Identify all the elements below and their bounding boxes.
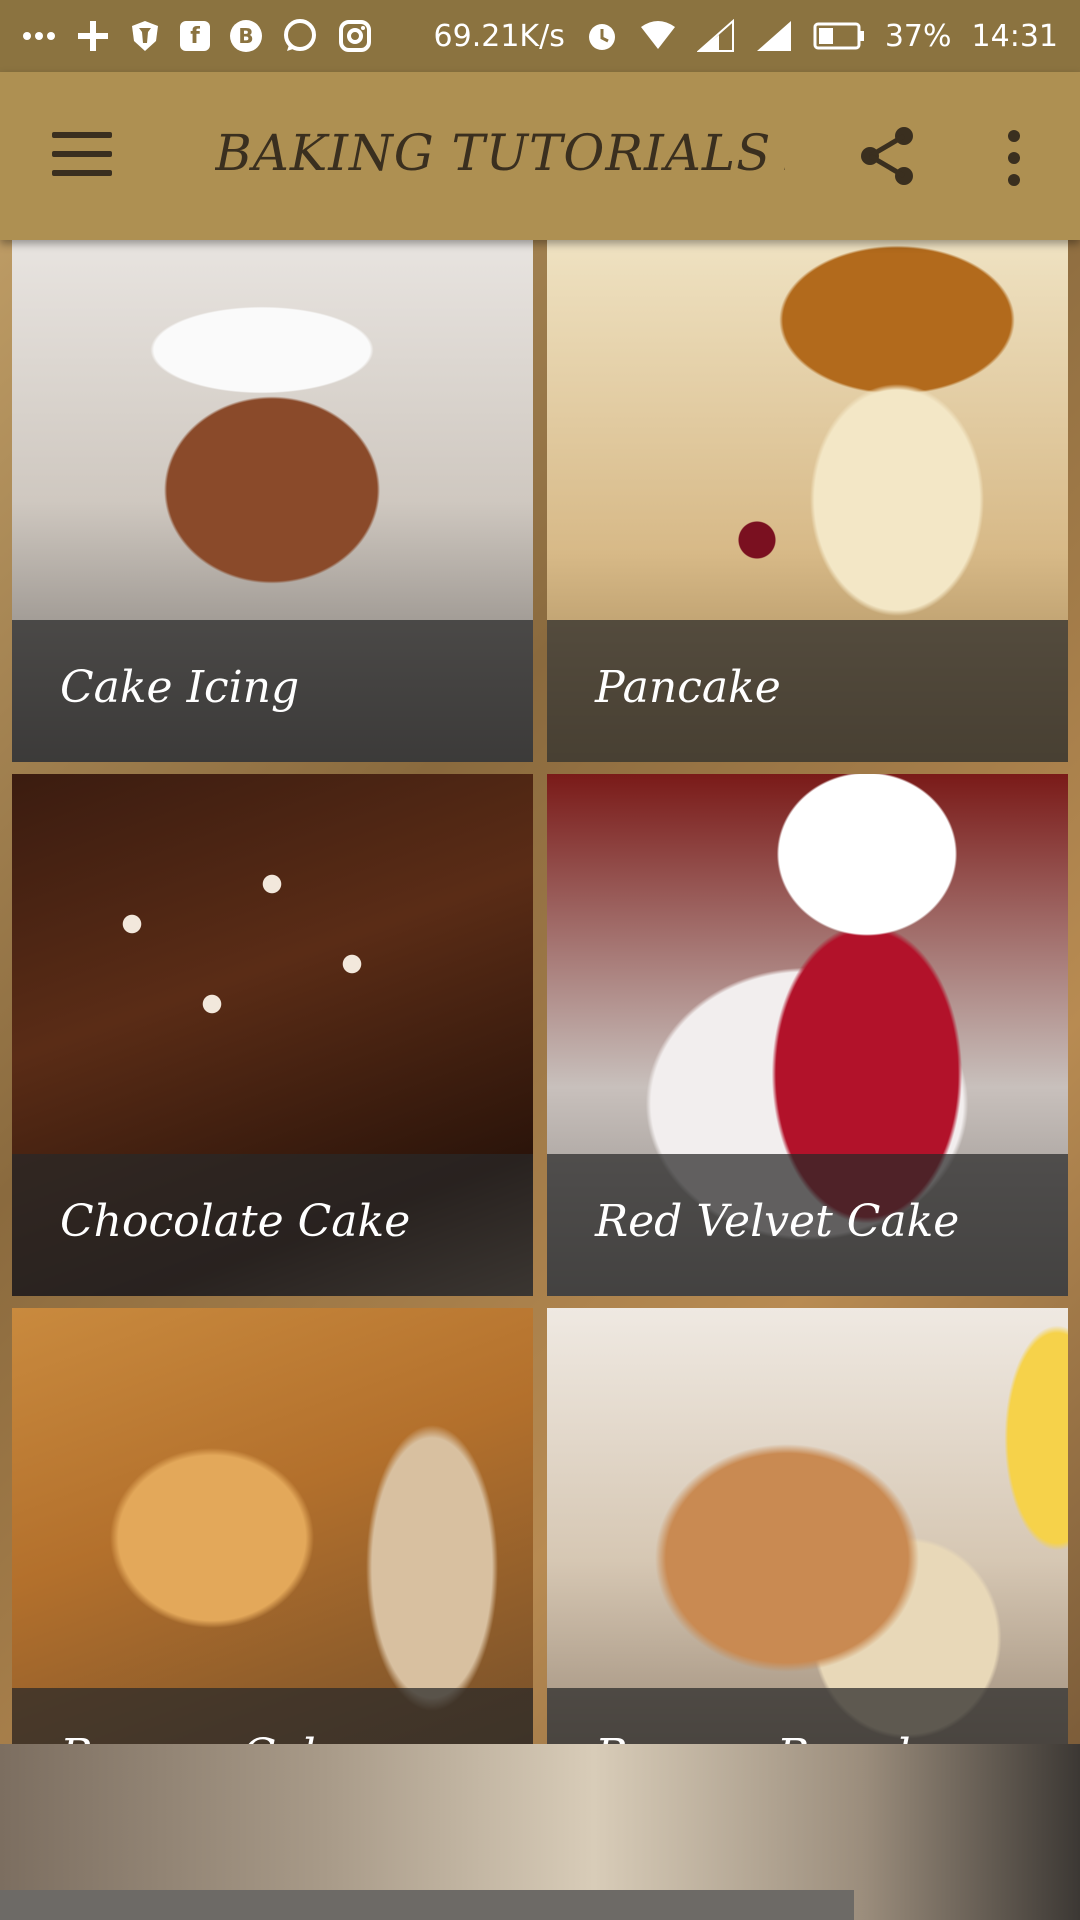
menu-icon (52, 132, 112, 138)
signal-icon (755, 19, 793, 53)
card-label: Cake Icing (60, 662, 300, 713)
network-speed: 69.21K/s (433, 18, 565, 54)
bottom-scroll-indicator (0, 1890, 854, 1920)
battery-level: 37% (884, 18, 952, 54)
app-title: BAKING TUTORIALS A... (215, 124, 785, 182)
menu-icon-bar (52, 170, 112, 176)
recipe-card-banana-bread[interactable]: Banana Bread (547, 1308, 1068, 1814)
menu-button[interactable] (52, 132, 112, 180)
menu-icon-bar (52, 151, 112, 157)
card-caption: Cake Icing (12, 620, 533, 762)
card-label: Red Velvet Cake (595, 1196, 960, 1247)
share-icon (861, 127, 913, 185)
more-vert-dot (1008, 174, 1020, 186)
card-caption: Chocolate Cake (12, 1154, 533, 1296)
recipe-card-banana-cake[interactable]: Banana Cake (12, 1308, 533, 1814)
recipe-card-chocolate-cake[interactable]: Chocolate Cake (12, 774, 533, 1296)
recipe-card-pancake[interactable]: Pancake (547, 240, 1068, 762)
more-vert-icon (1008, 130, 1020, 142)
signal-icon (696, 19, 735, 53)
share-button[interactable] (856, 124, 920, 188)
wifi-icon (639, 19, 677, 53)
status-bar-left: f B (22, 18, 372, 54)
alarm-icon (585, 19, 619, 53)
app-bar: BAKING TUTORIALS A... (0, 72, 1080, 240)
recipe-card-cake-icing[interactable]: Cake Icing (12, 240, 533, 762)
clock: 14:31 (971, 18, 1058, 54)
card-caption: Pancake (547, 620, 1068, 762)
card-label: Pancake (595, 662, 781, 713)
shield-icon (130, 19, 160, 53)
instagram-icon (338, 19, 372, 53)
plus-icon (76, 19, 110, 53)
flipboard-icon: f (180, 21, 210, 51)
more-icon (22, 31, 56, 41)
recipe-card-red-velvet-cake[interactable]: Red Velvet Cake (547, 774, 1068, 1296)
card-caption: Red Velvet Cake (547, 1154, 1068, 1296)
bitcoin-icon: B (230, 20, 262, 52)
more-options-button[interactable] (996, 130, 1032, 186)
battery-icon (813, 21, 865, 51)
whatsapp-icon (282, 18, 318, 54)
more-vert-dot (1008, 152, 1020, 164)
status-bar: f B 69.21K/s 37% 14:31 (0, 0, 1080, 72)
status-bar-right: 69.21K/s 37% 14:31 (434, 19, 1058, 54)
card-label: Chocolate Cake (60, 1196, 411, 1247)
